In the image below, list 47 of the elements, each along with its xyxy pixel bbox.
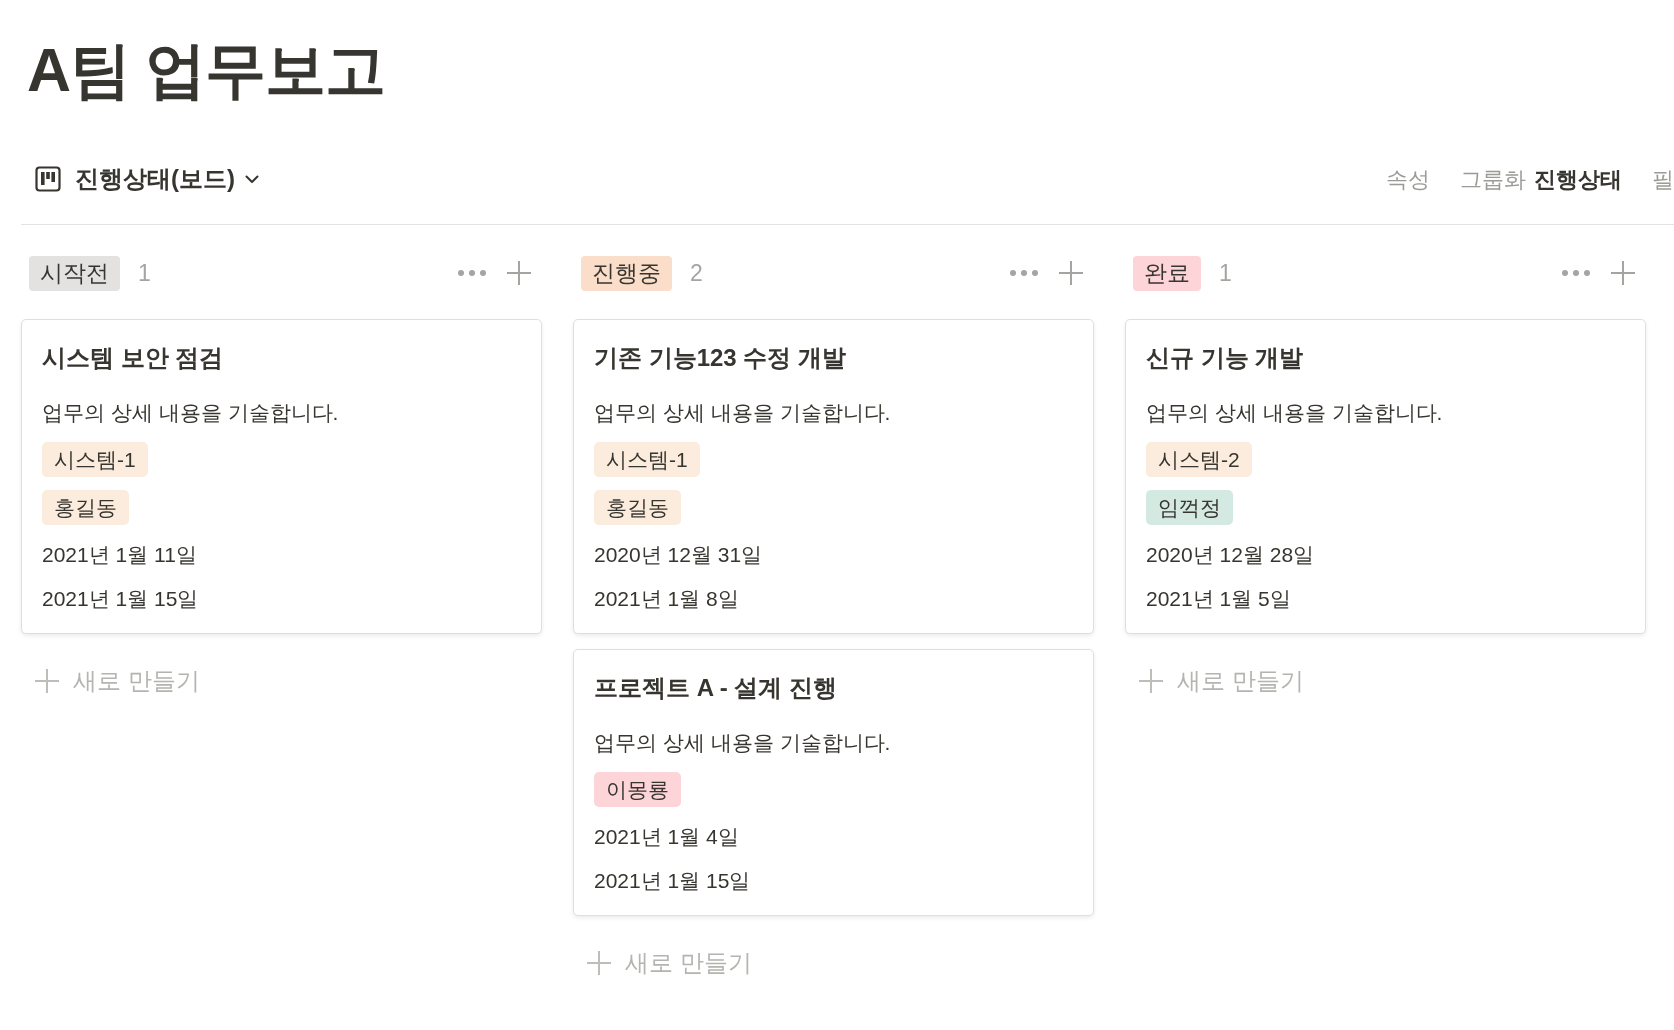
card-date: 2021년 1월 4일: [594, 824, 739, 850]
property-tag: 시스템-2: [1146, 442, 1252, 477]
card-date: 2020년 12월 31일: [594, 542, 763, 568]
property-tag: 임꺽정: [1146, 490, 1233, 525]
card-description: 업무의 상세 내용을 기술합니다.: [594, 730, 891, 756]
chevron-down-icon: [245, 174, 259, 184]
ellipsis-icon[interactable]: [1010, 270, 1038, 276]
property-tag: 시스템-1: [594, 442, 700, 477]
property-tag: 홍길동: [594, 490, 681, 525]
card-date: 2021년 1월 15일: [594, 868, 751, 894]
property-tag: 이몽룡: [594, 772, 681, 807]
property-tag: 시스템-1: [42, 442, 148, 477]
plus-icon: [587, 951, 611, 975]
card-description: 업무의 상세 내용을 기술합니다.: [594, 400, 891, 426]
group-by-button[interactable]: 그룹화 진행상태: [1460, 159, 1622, 199]
card-date: 2021년 1월 8일: [594, 586, 739, 612]
task-card[interactable]: 시스템 보안 점검 업무의 상세 내용을 기술합니다. 시스템-1 홍길동 2021년 1월 11일 2021년 1월 15일: [21, 319, 542, 634]
card-title: 프로젝트 A - 설계 진행: [594, 673, 838, 703]
card-title: 신규 기능 개발: [1146, 343, 1304, 373]
task-card[interactable]: 신규 기능 개발 업무의 상세 내용을 기술합니다. 시스템-2 임꺽정 2020년 12월 28일 2021년 1월 5일: [1125, 319, 1646, 634]
status-tag: 완료: [1133, 255, 1201, 291]
card-count: 2: [690, 258, 703, 288]
card-title: 시스템 보안 점검: [42, 343, 224, 373]
view-selector[interactable]: 진행상태(보드): [35, 159, 259, 199]
card-date: 2021년 1월 5일: [1146, 586, 1291, 612]
page-title: A팀 업무보고: [27, 35, 385, 106]
ellipsis-icon[interactable]: [1562, 270, 1590, 276]
status-tag: 시작전: [29, 255, 120, 291]
plus-icon[interactable]: [1059, 261, 1083, 285]
card-date: 2021년 1월 11일: [42, 542, 197, 568]
card-description: 업무의 상세 내용을 기술합니다.: [42, 400, 339, 426]
card-description: 업무의 상세 내용을 기술합니다.: [1146, 400, 1443, 426]
plus-icon: [1139, 669, 1163, 693]
task-card[interactable]: 프로젝트 A - 설계 진행 업무의 상세 내용을 기술합니다. 이몽룡 2021년 1월 4일 2021년 1월 15일: [573, 649, 1094, 916]
plus-icon[interactable]: [507, 261, 531, 285]
ellipsis-icon[interactable]: [458, 270, 486, 276]
plus-icon: [35, 669, 59, 693]
card-title: 기존 기능123 수정 개발: [594, 343, 847, 373]
card-date: 2020년 12월 28일: [1146, 542, 1315, 568]
card-count: 1: [1219, 258, 1232, 288]
status-tag: 진행중: [581, 255, 672, 291]
property-tag: 홍길동: [42, 490, 129, 525]
board-icon: [35, 166, 61, 192]
card-count: 1: [138, 258, 151, 288]
plus-icon[interactable]: [1611, 261, 1635, 285]
task-card[interactable]: 기존 기능123 수정 개발 업무의 상세 내용을 기술합니다. 시스템-1 홍길동 2020년 12월 31일 2021년 1월 8일: [573, 319, 1094, 634]
card-date: 2021년 1월 15일: [42, 586, 199, 612]
